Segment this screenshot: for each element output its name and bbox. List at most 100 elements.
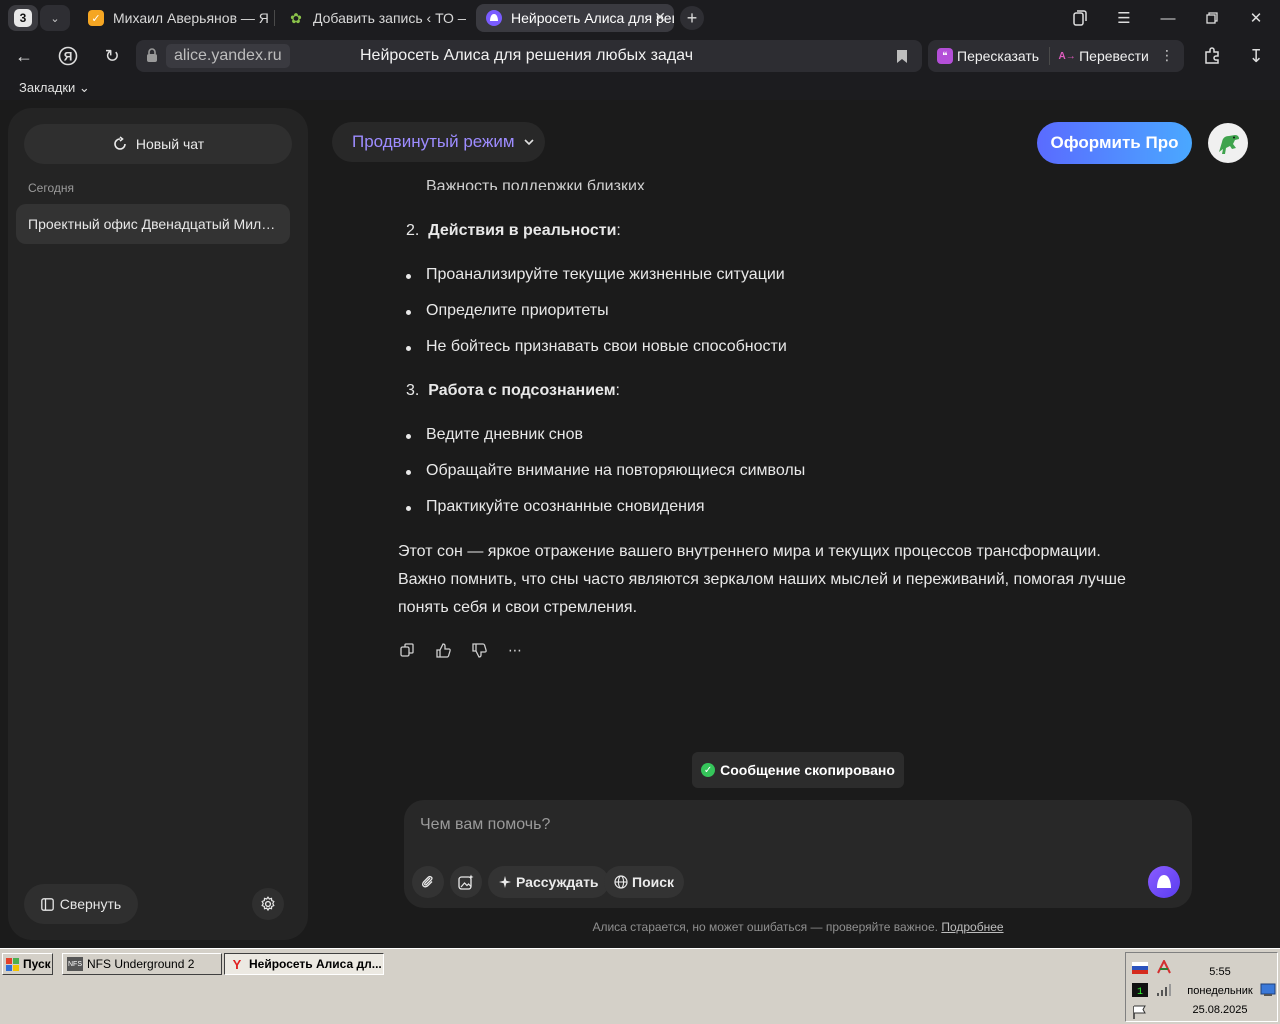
address-bar-row: ← Я ↻ alice.yandex.ru Нейросеть Алиса дл… <box>0 36 1280 76</box>
chevron-down-icon[interactable]: ⌄ <box>40 5 70 31</box>
image-generate-button[interactable] <box>450 866 482 898</box>
sparkle-icon <box>499 876 511 888</box>
copy-icon[interactable] <box>398 641 416 659</box>
sidebar: Новый чат Сегодня Проектный офис Двенадц… <box>8 108 308 940</box>
extensions-panel: ❝ Пересказать A→ Перевести ⋮ <box>928 40 1184 72</box>
retell-label: Пересказать <box>957 48 1040 64</box>
yandex-browser-icon: Y <box>232 956 242 972</box>
minimize-icon[interactable]: — <box>1156 6 1180 30</box>
numbered-heading-3: 3. Работа с подсознанием: <box>406 382 620 399</box>
bookmarks-menu[interactable]: Закладки ⌄ <box>19 80 90 96</box>
learn-more-link[interactable]: Подробнее <box>941 920 1003 934</box>
svg-text:Я: Я <box>64 50 73 64</box>
search-button[interactable]: Поиск <box>604 866 685 898</box>
window-close-icon[interactable]: ✕ <box>1244 6 1268 30</box>
tab-separator <box>274 10 275 26</box>
send-button[interactable] <box>1148 866 1180 898</box>
more-vertical-icon[interactable]: ⋮ <box>1160 47 1174 64</box>
bookmarks-label: Закладки <box>19 80 76 95</box>
tab-title: Михаил Аверьянов — Я <box>113 10 268 26</box>
retell-icon: ❝ <box>937 48 953 64</box>
flag-notification-icon[interactable] <box>1132 1005 1148 1019</box>
russian-flag-icon[interactable] <box>1132 961 1148 975</box>
taskbar-item-browser[interactable]: Y Нейросеть Алиса дл... <box>224 953 384 975</box>
dinosaur-avatar-icon <box>1219 135 1239 154</box>
heading-text: Работа с подсознанием <box>428 382 616 399</box>
new-chat-button[interactable]: Новый чат <box>24 124 292 164</box>
get-pro-button[interactable]: Оформить Про <box>1037 122 1192 164</box>
bookmark-icon[interactable] <box>896 49 908 64</box>
new-chat-icon <box>114 136 126 150</box>
url-field[interactable]: alice.yandex.ru Нейросеть Алиса для реше… <box>136 40 922 72</box>
windows-flag-icon <box>6 957 19 971</box>
clock-weekday: понедельник <box>1187 985 1253 997</box>
list-number: 2. <box>406 222 420 239</box>
tab-averyanov[interactable]: ✓ Михаил Аверьянов — Я <box>78 4 268 32</box>
yandex-logo-icon[interactable]: Я <box>56 44 80 68</box>
retell-button[interactable]: ❝ Пересказать <box>937 48 1039 64</box>
list-item: Ведите дневник снов <box>405 426 584 443</box>
disclaimer: Алиса старается, но может ошибаться — пр… <box>404 920 1192 934</box>
taskbar-item-nfs[interactable]: NFS NFS Underground 2 <box>62 953 222 975</box>
settings-button[interactable] <box>252 888 284 920</box>
tab-add-entry[interactable]: ✿ Добавить запись ‹ ТО — W <box>278 4 466 32</box>
list-item: Практикуйте осознанные сновидения <box>406 498 705 515</box>
chat-history-item[interactable]: Проектный офис Двенадцатый Миллиард <box>16 204 290 244</box>
yandex-zen-icon: ✓ <box>88 10 104 26</box>
thumbs-down-icon[interactable] <box>470 641 488 659</box>
conclusion-paragraph: Этот сон — яркое отражение вашего внутре… <box>398 543 1126 616</box>
show-desktop-icon[interactable] <box>1260 983 1276 997</box>
task-label: Нейросеть Алиса дл... <box>249 957 382 971</box>
numbered-heading-2: 2. Действия в реальности: <box>406 222 621 239</box>
bookmarks-bar: Закладки ⌄ <box>0 76 1280 100</box>
attach-button[interactable] <box>412 866 444 898</box>
toast-text: Сообщение скопировано <box>720 762 895 778</box>
browser-tab-bar: 3 ⌄ ✓ Михаил Аверьянов — Я ✿ Добавить за… <box>0 0 1280 36</box>
page-title: Нейросеть Алиса для решения любых задач <box>360 47 694 64</box>
message-actions: ⋯ <box>398 641 542 659</box>
restore-icon[interactable] <box>1200 6 1224 30</box>
more-horizontal-icon[interactable]: ⋯ <box>506 641 524 659</box>
globe-icon <box>614 875 628 889</box>
list-item: Обращайте внимание на повторяющиеся симв… <box>405 462 806 479</box>
collections-icon[interactable] <box>1068 6 1092 30</box>
alice-page: Новый чат Сегодня Проектный офис Двенадц… <box>0 100 1280 948</box>
new-tab-plus-icon[interactable]: + <box>680 6 704 30</box>
reason-button[interactable]: Рассуждать <box>488 866 609 898</box>
reload-icon[interactable]: ↻ <box>100 44 124 68</box>
avatar[interactable] <box>1208 123 1248 163</box>
copied-toast: ✓ Сообщение скопировано <box>692 752 904 788</box>
start-label: Пуск <box>23 957 51 971</box>
back-arrow-icon[interactable]: ← <box>12 44 36 68</box>
prompt-input[interactable] <box>420 812 1120 838</box>
image-sparkle-icon <box>458 874 474 890</box>
antivirus-icon[interactable] <box>1156 960 1172 974</box>
download-icon[interactable]: ↧ <box>1244 44 1268 68</box>
network-signal-icon[interactable] <box>1156 983 1172 997</box>
check-circle-icon: ✓ <box>701 763 716 777</box>
terminal-icon[interactable]: 1 <box>1132 983 1148 997</box>
mode-selector[interactable]: Продвинутый режим <box>332 122 545 162</box>
translate-button[interactable]: A→ Перевести <box>1058 48 1149 64</box>
composer: Рассуждать Поиск <box>404 800 1192 908</box>
start-button[interactable]: Пуск <box>2 953 53 975</box>
search-label: Поиск <box>632 874 675 890</box>
extensions-puzzle-icon[interactable] <box>1200 44 1224 68</box>
collapse-sidebar-button[interactable]: Свернуть <box>24 884 138 924</box>
menu-icon[interactable]: ☰ <box>1112 6 1136 30</box>
new-chat-label: Новый чат <box>135 136 205 152</box>
alice-send-icon <box>1157 875 1171 888</box>
list-number: 3. <box>406 382 420 399</box>
thumbs-up-icon[interactable] <box>434 641 452 659</box>
list-item: Не бойтесь признавать свои новые способн… <box>406 338 787 355</box>
gear-flower-icon: ✿ <box>290 9 302 26</box>
url-domain: alice.yandex.ru <box>166 44 290 68</box>
windows-taskbar: Пуск NFS NFS Underground 2 Y Нейросеть А… <box>0 948 1280 1024</box>
close-icon[interactable]: ✕ <box>654 9 666 26</box>
tab-alice[interactable]: Нейросеть Алиса для решения любых задач … <box>476 4 674 32</box>
list-item: Определите приоритеты <box>406 302 609 319</box>
heading-text: Действия в реальности <box>428 222 617 239</box>
tab-counter-button[interactable]: 3 <box>8 5 38 31</box>
translate-label: Перевести <box>1079 48 1149 64</box>
divider <box>1049 47 1051 65</box>
